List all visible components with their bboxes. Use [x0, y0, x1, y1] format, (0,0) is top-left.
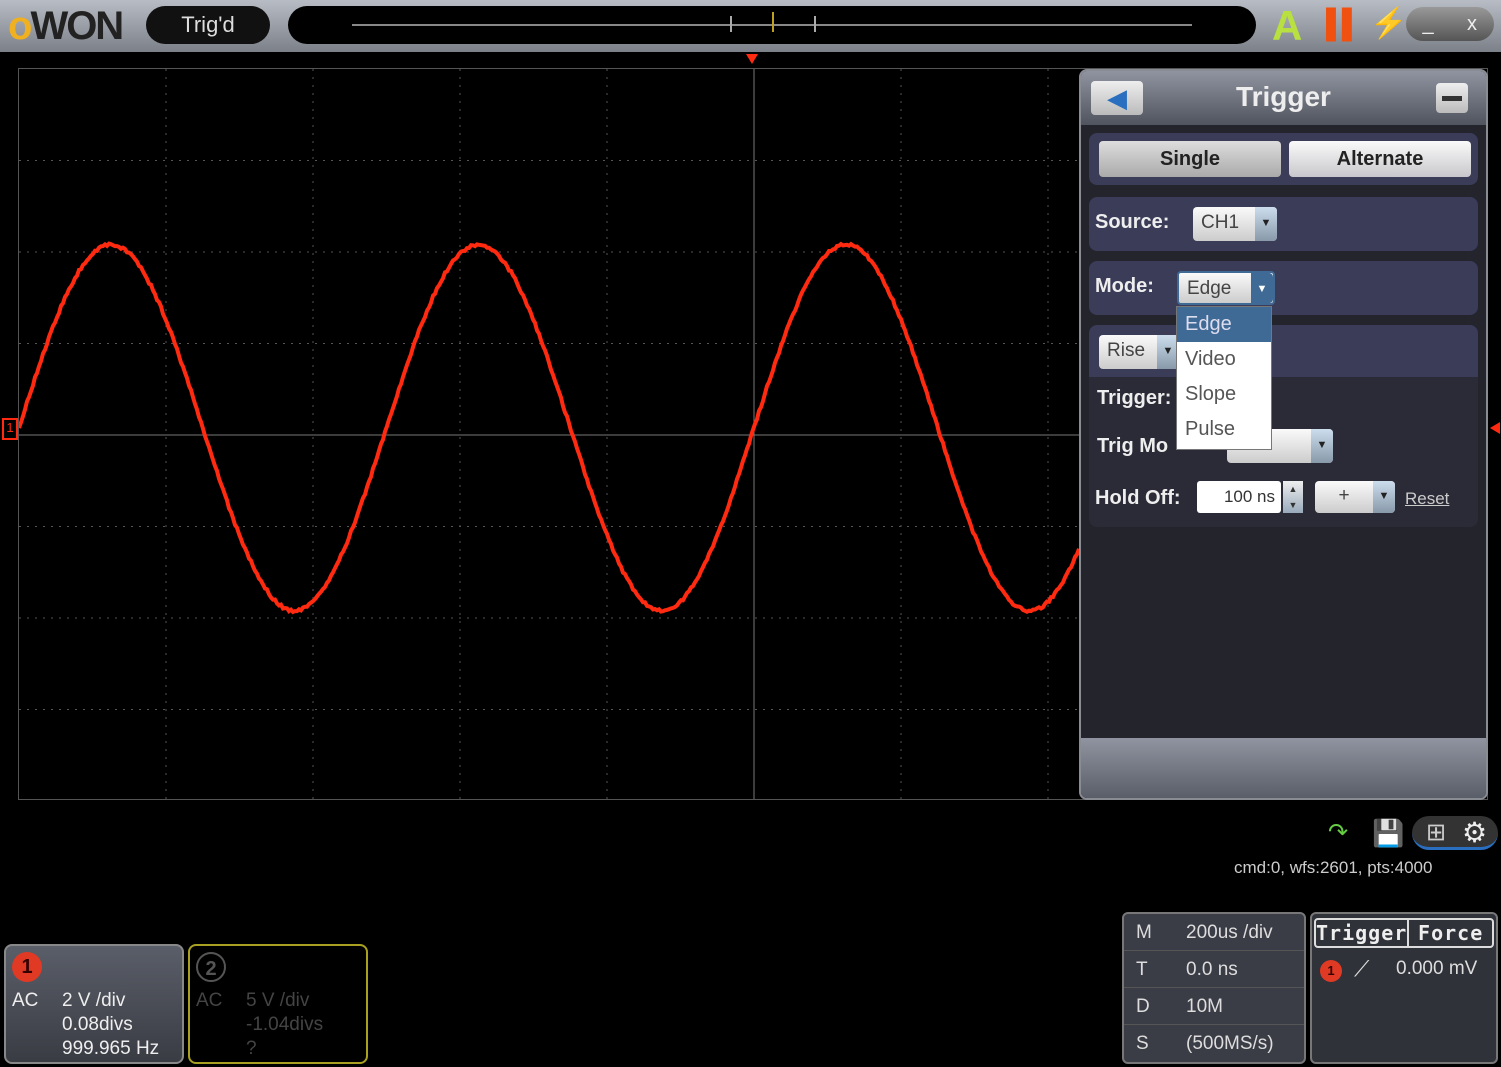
- toolbar-icons: ↷ 💾 ⊞ ⚙: [1328, 816, 1498, 852]
- mode-label: Mode:: [1095, 275, 1154, 298]
- minimize-button[interactable]: _: [1406, 7, 1450, 41]
- layout-icon[interactable]: ⊞: [1426, 818, 1446, 847]
- trig-mode-label: Trig Mo: [1097, 435, 1168, 458]
- mode-select[interactable]: Edge ▼: [1177, 271, 1275, 305]
- trigger-channel-badge: 1: [1320, 960, 1342, 982]
- ch2-scale: 5 V /div: [246, 990, 309, 1012]
- timebase-row: D 10M: [1124, 988, 1304, 1025]
- holdoff-label: Hold Off:: [1095, 487, 1181, 510]
- mode-dropdown-list: Edge Video Slope Pulse: [1176, 306, 1272, 450]
- panel-footer: [1081, 738, 1486, 798]
- view-right-marker: [814, 16, 816, 32]
- bolt-icon[interactable]: ⚡: [1370, 6, 1407, 41]
- trigger-info-box: Trigger Force 1 ⟋ 0.000 mV: [1310, 912, 1498, 1064]
- mode-option-slope[interactable]: Slope: [1177, 377, 1271, 412]
- chevron-down-icon: ▼: [1251, 273, 1273, 303]
- rising-edge-icon: ⟋: [1354, 956, 1369, 982]
- timebase-row: S (500MS/s): [1124, 1025, 1304, 1062]
- tab-single[interactable]: Single: [1099, 141, 1281, 177]
- title-bar: oWON Trig'd A ▌▌ ⚡ _ x: [0, 0, 1501, 52]
- holdoff-sign-select[interactable]: + ▼: [1315, 481, 1395, 513]
- mode-option-pulse[interactable]: Pulse: [1177, 412, 1271, 447]
- connect-settings-icon[interactable]: ↷: [1328, 818, 1348, 847]
- acquisition-status: cmd:0, wfs:2601, pts:4000: [1234, 858, 1432, 878]
- gear-icon[interactable]: ⚙: [1462, 816, 1487, 849]
- trigger-panel: ◀ Trigger Single Alternate Source: CH1 ▼ …: [1079, 69, 1488, 800]
- timebase-box[interactable]: M 200us /div T 0.0 ns D 10M S (500MS/s): [1122, 912, 1306, 1064]
- mode-option-video[interactable]: Video: [1177, 342, 1271, 377]
- ch1-offset: 0.08divs: [62, 1014, 133, 1036]
- ch1-info-box[interactable]: 1 AC 2 V /div 0.08divs 999.965 Hz: [4, 944, 184, 1064]
- ch1-frequency: 999.965 Hz: [62, 1038, 159, 1060]
- close-button[interactable]: x: [1450, 7, 1494, 41]
- view-left-marker: [730, 16, 732, 32]
- tab-alternate[interactable]: Alternate: [1289, 141, 1471, 177]
- trigger-button[interactable]: Trigger: [1316, 920, 1409, 946]
- owon-logo: oWON: [8, 4, 122, 49]
- timebase-row: M 200us /div: [1124, 914, 1304, 951]
- chevron-down-icon: ▼: [1311, 429, 1333, 463]
- window-controls: _ x: [1406, 7, 1494, 41]
- trigger-time-marker-icon[interactable]: [746, 54, 758, 64]
- ch2-coupling: AC: [196, 990, 222, 1012]
- trigger-status: Trig'd: [146, 6, 270, 44]
- ch2-info-box[interactable]: 2 AC 5 V /div -1.04divs ?: [188, 944, 368, 1064]
- ch1-badge: 1: [12, 952, 42, 982]
- trigger-level-marker-icon[interactable]: [1490, 422, 1500, 434]
- slope-select[interactable]: Rise ▼: [1099, 335, 1179, 369]
- reset-link[interactable]: Reset: [1405, 489, 1449, 509]
- timebase-row: T 0.0 ns: [1124, 951, 1304, 988]
- ch1-scale: 2 V /div: [62, 990, 125, 1012]
- ch1-level-marker[interactable]: 1: [2, 418, 18, 440]
- force-button[interactable]: Force: [1409, 920, 1492, 946]
- display-settings-group: ⊞ ⚙: [1412, 816, 1498, 850]
- mode-option-edge[interactable]: Edge: [1177, 307, 1271, 342]
- pause-icon[interactable]: ▌▌: [1326, 8, 1358, 40]
- holdoff-spinner[interactable]: ▲ ▼: [1283, 481, 1303, 513]
- chevron-down-icon: ▼: [1373, 481, 1395, 513]
- chevron-down-icon: ▼: [1255, 207, 1277, 241]
- ch2-badge: 2: [196, 952, 226, 982]
- ch2-frequency: ?: [246, 1038, 257, 1060]
- auto-set-icon[interactable]: A: [1272, 2, 1302, 50]
- ch1-waveform: [19, 244, 1079, 612]
- trigger-position-marker[interactable]: [772, 12, 774, 32]
- ch1-coupling: AC: [12, 990, 38, 1012]
- waveform-position-bar[interactable]: [288, 6, 1256, 44]
- trigger-level: 0.000 mV: [1396, 958, 1477, 980]
- panel-title: Trigger: [1081, 81, 1486, 113]
- holdoff-input[interactable]: 100 ns: [1197, 481, 1281, 513]
- save-export-icon[interactable]: 💾: [1372, 818, 1404, 849]
- trigger-label: Trigger:: [1097, 387, 1171, 410]
- source-label: Source:: [1095, 211, 1169, 234]
- minimize-icon[interactable]: [1436, 83, 1468, 113]
- ch2-offset: -1.04divs: [246, 1014, 323, 1036]
- source-select[interactable]: CH1 ▼: [1193, 207, 1277, 241]
